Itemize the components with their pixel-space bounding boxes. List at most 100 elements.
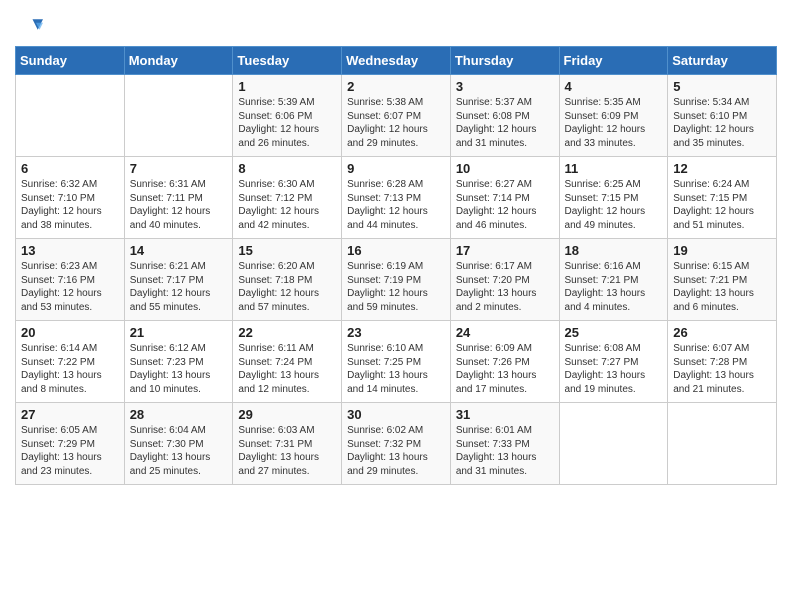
calendar-cell: 16 Sunrise: 6:19 AM Sunset: 7:19 PM Dayli… [342,239,451,321]
logo-icon [15,14,43,42]
calendar-cell [668,403,777,485]
calendar-week-row: 13 Sunrise: 6:23 AM Sunset: 7:16 PM Dayli… [16,239,777,321]
calendar-cell: 3 Sunrise: 5:37 AM Sunset: 6:08 PM Daylig… [450,75,559,157]
weekday-header-wednesday: Wednesday [342,47,451,75]
calendar-cell: 7 Sunrise: 6:31 AM Sunset: 7:11 PM Daylig… [124,157,233,239]
day-number: 29 [238,407,336,422]
calendar-cell: 8Sunrise: 6:30 AM Sunset: 7:12 PM Daylig… [233,157,342,239]
day-number: 30 [347,407,445,422]
day-info: Sunrise: 6:24 AM Sunset: 7:15 PM Dayligh… [673,178,771,232]
day-number: 19 [673,243,771,258]
day-info: Sunrise: 5:39 AM Sunset: 6:06 PM Dayligh… [238,96,336,150]
calendar-cell: 18Sunrise: 6:16 AM Sunset: 7:21 PM Dayli… [559,239,668,321]
day-info: Sunrise: 6:19 AM Sunset: 7:19 PM Dayligh… [347,260,445,314]
day-number: 26 [673,325,771,340]
day-info: Sunrise: 6:07 AM Sunset: 7:28 PM Dayligh… [673,342,771,396]
day-info: Sunrise: 6:05 AM Sunset: 7:29 PM Dayligh… [21,424,119,478]
calendar-cell: 25Sunrise: 6:08 AM Sunset: 7:27 PM Dayli… [559,321,668,403]
day-number: 22 [238,325,336,340]
calendar-cell: 29 Sunrise: 6:03 AM Sunset: 7:31 PM Dayli… [233,403,342,485]
day-info: Sunrise: 6:17 AM Sunset: 7:20 PM Dayligh… [456,260,554,314]
calendar-cell: 6 Sunrise: 6:32 AM Sunset: 7:10 PM Daylig… [16,157,125,239]
calendar-cell: 15 Sunrise: 6:20 AM Sunset: 7:18 PM Dayli… [233,239,342,321]
day-info: Sunrise: 6:12 AM Sunset: 7:23 PM Dayligh… [130,342,228,396]
calendar-cell: 11Sunrise: 6:25 AM Sunset: 7:15 PM Dayli… [559,157,668,239]
day-number: 27 [21,407,119,422]
day-number: 28 [130,407,228,422]
day-info: Sunrise: 6:03 AM Sunset: 7:31 PM Dayligh… [238,424,336,478]
weekday-header-monday: Monday [124,47,233,75]
day-number: 10 [456,161,554,176]
day-info: Sunrise: 5:37 AM Sunset: 6:08 PM Dayligh… [456,96,554,150]
calendar-week-row: 20Sunrise: 6:14 AM Sunset: 7:22 PM Dayli… [16,321,777,403]
calendar-header: SundayMondayTuesdayWednesdayThursdayFrid… [16,47,777,75]
day-number: 1 [238,79,336,94]
calendar-cell: 19 Sunrise: 6:15 AM Sunset: 7:21 PM Dayli… [668,239,777,321]
day-info: Sunrise: 6:27 AM Sunset: 7:14 PM Dayligh… [456,178,554,232]
calendar-cell: 10 Sunrise: 6:27 AM Sunset: 7:14 PM Dayli… [450,157,559,239]
calendar-cell: 28 Sunrise: 6:04 AM Sunset: 7:30 PM Dayli… [124,403,233,485]
day-number: 24 [456,325,554,340]
calendar-cell [559,403,668,485]
day-info: Sunrise: 6:23 AM Sunset: 7:16 PM Dayligh… [21,260,119,314]
day-info: Sunrise: 6:15 AM Sunset: 7:21 PM Dayligh… [673,260,771,314]
calendar-cell: 23 Sunrise: 6:10 AM Sunset: 7:25 PM Dayli… [342,321,451,403]
day-info: Sunrise: 6:10 AM Sunset: 7:25 PM Dayligh… [347,342,445,396]
calendar-cell: 5Sunrise: 5:34 AM Sunset: 6:10 PM Daylig… [668,75,777,157]
weekday-header-tuesday: Tuesday [233,47,342,75]
calendar-cell [124,75,233,157]
day-info: Sunrise: 6:14 AM Sunset: 7:22 PM Dayligh… [21,342,119,396]
day-number: 6 [21,161,119,176]
day-number: 13 [21,243,119,258]
calendar-cell [16,75,125,157]
day-number: 18 [565,243,663,258]
calendar-cell: 24 Sunrise: 6:09 AM Sunset: 7:26 PM Dayli… [450,321,559,403]
day-number: 16 [347,243,445,258]
calendar-cell: 22Sunrise: 6:11 AM Sunset: 7:24 PM Dayli… [233,321,342,403]
page: SundayMondayTuesdayWednesdayThursdayFrid… [0,0,792,495]
header [15,10,777,42]
day-info: Sunrise: 5:34 AM Sunset: 6:10 PM Dayligh… [673,96,771,150]
calendar-body: 1 Sunrise: 5:39 AM Sunset: 6:06 PM Daylig… [16,75,777,485]
calendar-cell: 26 Sunrise: 6:07 AM Sunset: 7:28 PM Dayli… [668,321,777,403]
day-number: 9 [347,161,445,176]
day-info: Sunrise: 5:35 AM Sunset: 6:09 PM Dayligh… [565,96,663,150]
logo [15,14,47,42]
day-number: 2 [347,79,445,94]
day-info: Sunrise: 5:38 AM Sunset: 6:07 PM Dayligh… [347,96,445,150]
day-number: 3 [456,79,554,94]
day-info: Sunrise: 6:09 AM Sunset: 7:26 PM Dayligh… [456,342,554,396]
day-number: 25 [565,325,663,340]
day-info: Sunrise: 6:02 AM Sunset: 7:32 PM Dayligh… [347,424,445,478]
calendar-cell: 1 Sunrise: 5:39 AM Sunset: 6:06 PM Daylig… [233,75,342,157]
calendar-cell: 14Sunrise: 6:21 AM Sunset: 7:17 PM Dayli… [124,239,233,321]
day-info: Sunrise: 6:21 AM Sunset: 7:17 PM Dayligh… [130,260,228,314]
calendar-cell: 20Sunrise: 6:14 AM Sunset: 7:22 PM Dayli… [16,321,125,403]
weekday-header-thursday: Thursday [450,47,559,75]
day-number: 15 [238,243,336,258]
weekday-header-sunday: Sunday [16,47,125,75]
day-info: Sunrise: 6:04 AM Sunset: 7:30 PM Dayligh… [130,424,228,478]
day-info: Sunrise: 6:28 AM Sunset: 7:13 PM Dayligh… [347,178,445,232]
day-number: 8 [238,161,336,176]
calendar-cell: 13 Sunrise: 6:23 AM Sunset: 7:16 PM Dayli… [16,239,125,321]
calendar-week-row: 27 Sunrise: 6:05 AM Sunset: 7:29 PM Dayli… [16,403,777,485]
day-number: 17 [456,243,554,258]
calendar-cell: 9 Sunrise: 6:28 AM Sunset: 7:13 PM Daylig… [342,157,451,239]
day-info: Sunrise: 6:32 AM Sunset: 7:10 PM Dayligh… [21,178,119,232]
calendar-cell: 30 Sunrise: 6:02 AM Sunset: 7:32 PM Dayli… [342,403,451,485]
calendar-cell: 2 Sunrise: 5:38 AM Sunset: 6:07 PM Daylig… [342,75,451,157]
day-info: Sunrise: 6:31 AM Sunset: 7:11 PM Dayligh… [130,178,228,232]
day-number: 23 [347,325,445,340]
calendar-cell: 21Sunrise: 6:12 AM Sunset: 7:23 PM Dayli… [124,321,233,403]
day-info: Sunrise: 6:20 AM Sunset: 7:18 PM Dayligh… [238,260,336,314]
calendar-cell: 27 Sunrise: 6:05 AM Sunset: 7:29 PM Dayli… [16,403,125,485]
calendar-cell: 17 Sunrise: 6:17 AM Sunset: 7:20 PM Dayli… [450,239,559,321]
day-number: 4 [565,79,663,94]
day-number: 11 [565,161,663,176]
weekday-header-friday: Friday [559,47,668,75]
day-number: 31 [456,407,554,422]
calendar-week-row: 1 Sunrise: 5:39 AM Sunset: 6:06 PM Daylig… [16,75,777,157]
day-number: 7 [130,161,228,176]
calendar-cell: 4 Sunrise: 5:35 AM Sunset: 6:09 PM Daylig… [559,75,668,157]
